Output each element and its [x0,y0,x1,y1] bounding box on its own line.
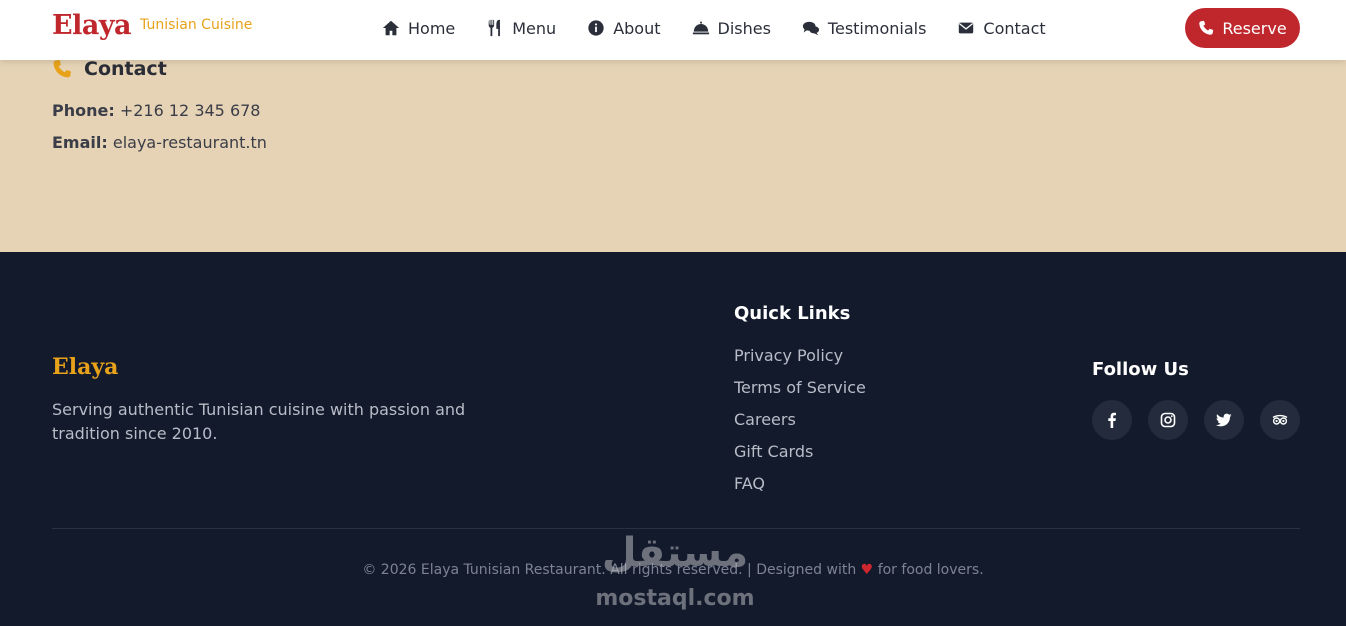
social-links [1092,400,1300,440]
nav-item-label: Home [408,18,456,38]
info-icon [587,19,605,37]
phone-value[interactable]: +216 12 345 678 [120,101,261,120]
nav-item-contact[interactable]: Contact [957,18,1046,38]
contact-title: Contact [84,58,167,80]
footer-brand: Elaya [52,354,119,380]
quick-link-gift-cards[interactable]: Gift Cards [734,442,866,474]
quick-link-terms-of-service[interactable]: Terms of Service [734,378,866,410]
nav-item-label: Menu [512,18,557,38]
brand-name: Elaya [52,10,132,41]
heart-icon: ♥ [860,562,874,578]
reserve-label: Reserve [1222,18,1287,38]
footer-description: Serving authentic Tunisian cuisine with … [52,400,466,443]
tripadvisor-link[interactable] [1260,400,1300,440]
home-icon [382,19,400,37]
follow-us-title: Follow Us [1092,359,1189,380]
nav-links: Home Menu About Dishes Testimonials Cont… [382,0,1046,56]
facebook-link[interactable] [1092,400,1132,440]
footer-divider [52,528,1300,529]
copyright-tail: for food lovers. [877,562,984,578]
nav-item-home[interactable]: Home [382,19,455,38]
email-label: Email: [52,133,108,152]
quick-link-careers[interactable]: Careers [734,410,866,442]
quick-link-privacy-policy[interactable]: Privacy Policy [734,346,866,378]
tripadvisor-icon [1272,414,1288,425]
utensils-icon [486,19,504,37]
contact-email: Email: elaya-restaurant.tn [52,133,267,152]
cloche-icon [692,19,710,37]
quick-links-title: Quick Links [734,303,851,324]
nav-item-label: Contact [983,18,1046,38]
reserve-button[interactable]: Reserve [1185,8,1300,48]
navbar: Elaya Tunisian Cuisine Home Menu About D… [0,0,1346,60]
contact-heading: Contact [52,58,167,80]
instagram-link[interactable] [1148,400,1188,440]
nav-item-menu[interactable]: Menu [486,19,556,38]
nav-item-about[interactable]: About [587,18,661,38]
nav-item-label: Testimonials [827,18,927,38]
twitter-icon [1216,413,1232,427]
nav-item-dishes[interactable]: Dishes [692,19,771,38]
facebook-icon [1108,412,1116,428]
nav-item-label: Dishes [717,18,771,38]
phone-label: Phone: [52,101,115,120]
quick-link-faq[interactable]: FAQ [734,474,866,506]
twitter-link[interactable] [1204,400,1244,440]
comments-icon [802,19,820,37]
footer: Elaya Serving authentic Tunisian cuisine… [0,252,1346,626]
email-value[interactable]: elaya-restaurant.tn [113,133,267,152]
copyright-text: © 2026 Elaya Tunisian Restaurant. All ri… [362,562,857,578]
contact-section: Contact Phone: +216 12 345 678 Email: el… [0,58,1346,252]
envelope-icon [957,19,975,37]
instagram-icon [1160,412,1176,428]
phone-icon [52,59,72,79]
brand-logo[interactable]: Elaya Tunisian Cuisine [52,10,252,41]
nav-item-testimonials[interactable]: Testimonials [802,18,927,38]
quick-links-list: Privacy Policy Terms of Service Careers … [734,346,866,506]
copyright: © 2026 Elaya Tunisian Restaurant. All ri… [0,562,1346,578]
contact-phone: Phone: +216 12 345 678 [52,101,260,120]
phone-icon [1198,20,1214,36]
brand-tagline: Tunisian Cuisine [140,17,253,33]
nav-item-label: About [613,18,661,38]
